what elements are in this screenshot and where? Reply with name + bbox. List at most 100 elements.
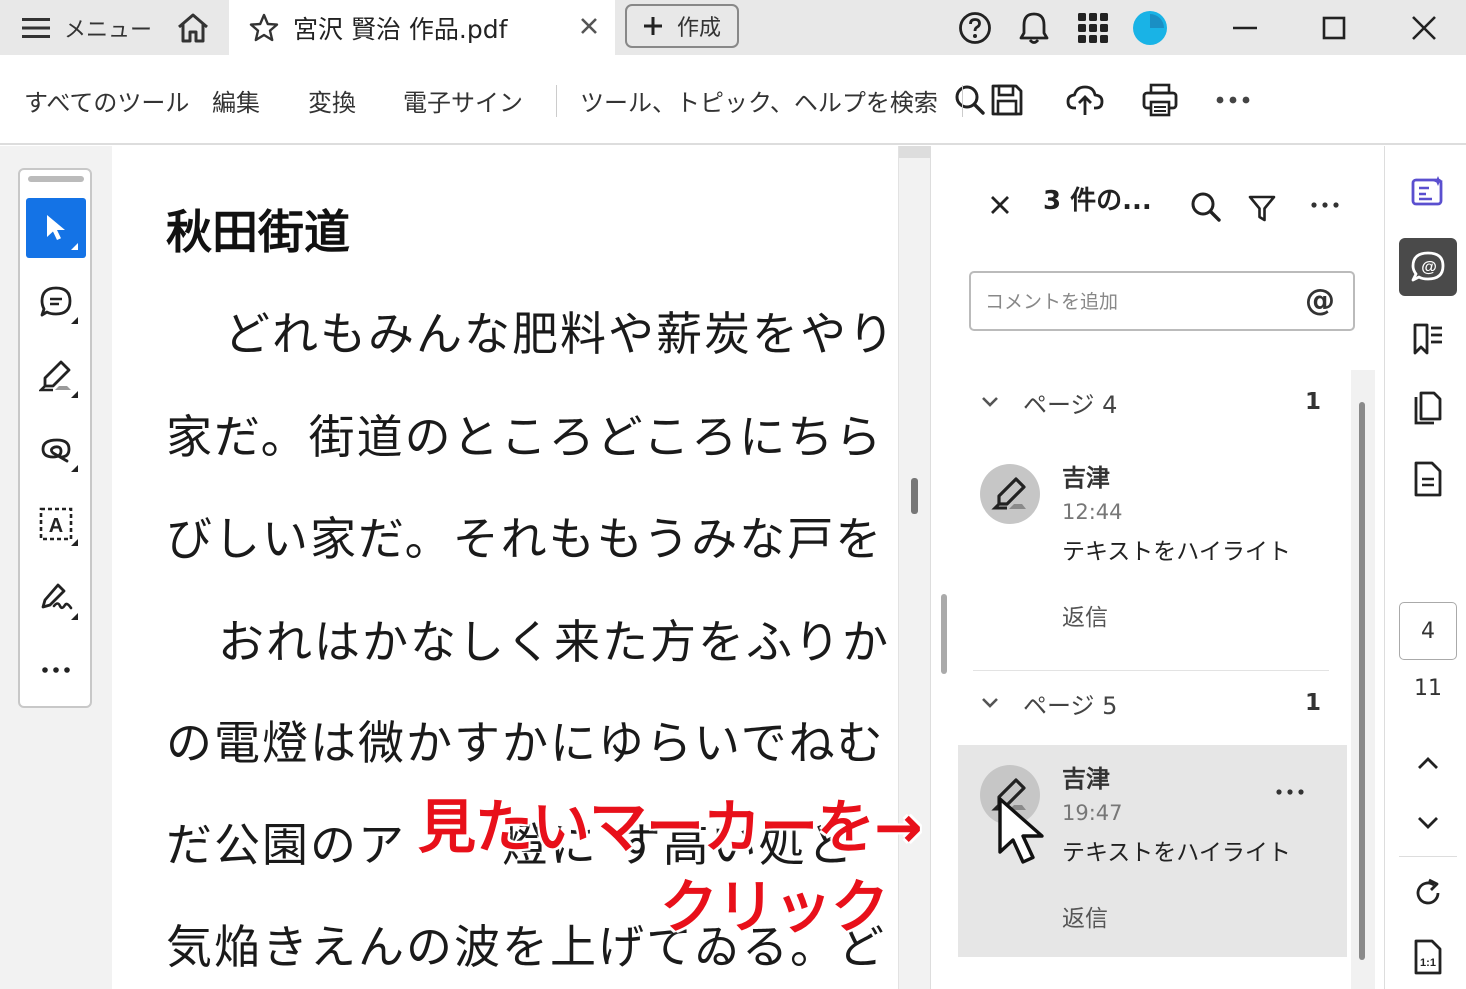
highlighter-icon xyxy=(990,474,1030,514)
search-tools-field[interactable]: ツール、トピック、ヘルプを検索 xyxy=(580,55,986,145)
close-panel-icon[interactable] xyxy=(989,194,1011,216)
comments-panel-icon[interactable]: @ xyxy=(1399,238,1457,296)
convert-button[interactable]: 変換 xyxy=(308,55,356,145)
close-tab-icon[interactable] xyxy=(577,14,601,38)
create-button[interactable]: 作成 xyxy=(625,4,739,48)
home-button[interactable] xyxy=(158,0,228,55)
more-tools-button[interactable] xyxy=(26,640,86,700)
annotation-click: クリック xyxy=(660,873,889,941)
plus-icon xyxy=(643,16,663,36)
main-toolbar: すべてのツール 編集 変換 電子サイン ツール、トピック、ヘルプを検索 xyxy=(0,55,1466,145)
document-line: 家だ。街道のところどころにちら xyxy=(166,410,884,464)
toolbar-divider xyxy=(556,85,557,117)
add-comment-input[interactable] xyxy=(985,287,1285,317)
page-thumbnails-icon[interactable] xyxy=(1399,380,1457,438)
rail-divider xyxy=(1399,856,1457,857)
comment-tool-button[interactable] xyxy=(26,272,86,332)
group-divider xyxy=(973,670,1329,671)
apps-grid-icon[interactable] xyxy=(1073,8,1113,48)
panel-more-icon[interactable] xyxy=(1311,202,1339,208)
select-tool-button[interactable] xyxy=(26,198,86,258)
search-icon[interactable] xyxy=(954,84,986,116)
comment-time: 19:47 xyxy=(1062,801,1123,825)
edit-button[interactable]: 編集 xyxy=(212,55,260,145)
page-group-label: ページ 4 xyxy=(1023,390,1118,419)
help-icon[interactable] xyxy=(955,8,995,48)
document-tab[interactable]: 宮沢 賢治 作品.pdf xyxy=(229,0,615,55)
right-rail: @ 4 11 1:1 xyxy=(1384,146,1466,989)
page-group-header[interactable]: ページ 4 1 xyxy=(981,382,1321,422)
actual-size-icon[interactable]: 1:1 xyxy=(1399,928,1457,986)
scrollbar-thumb[interactable] xyxy=(911,478,918,514)
expand-triangle xyxy=(71,391,78,398)
minimize-icon[interactable] xyxy=(1225,8,1265,48)
document-properties-icon[interactable] xyxy=(1399,450,1457,508)
menu-label: メニュー xyxy=(64,17,153,43)
mention-icon[interactable]: @ xyxy=(1305,283,1335,318)
search-comments-icon[interactable] xyxy=(1189,190,1223,224)
document-line: どれもみんな肥料や薪炭をやり xyxy=(224,307,896,361)
quick-tools-rail: A xyxy=(18,168,92,708)
chevron-down-icon xyxy=(981,697,999,709)
previous-page-icon[interactable] xyxy=(1399,734,1457,792)
svg-text:A: A xyxy=(49,515,63,537)
star-icon[interactable] xyxy=(249,13,279,43)
highlight-tool-button[interactable] xyxy=(26,346,86,406)
close-window-icon[interactable] xyxy=(1404,8,1444,48)
print-icon[interactable] xyxy=(1142,55,1178,145)
comment-more-icon[interactable] xyxy=(1276,789,1304,795)
highlighter-icon xyxy=(39,359,73,393)
next-page-icon[interactable] xyxy=(1399,794,1457,852)
document-line: びしい家だ。それももうみな戸を xyxy=(166,512,884,566)
ai-assistant-icon[interactable] xyxy=(1399,162,1457,220)
reply-button[interactable]: 返信 xyxy=(1062,899,1108,933)
maximize-icon[interactable] xyxy=(1314,8,1354,48)
filter-icon[interactable] xyxy=(1247,194,1277,224)
toolbar-divider xyxy=(962,85,963,117)
comment-action: テキストをハイライト xyxy=(1062,840,1291,866)
page-group-count: 1 xyxy=(1304,690,1321,716)
pen-signature-icon xyxy=(38,582,74,614)
add-comment-field[interactable]: @ xyxy=(969,271,1355,331)
current-page-field[interactable]: 4 xyxy=(1399,602,1457,660)
user-avatar-icon[interactable] xyxy=(1130,8,1170,48)
text-box-tool-button[interactable]: A xyxy=(26,494,86,554)
comment-author: 吉津 xyxy=(1062,765,1110,793)
mouse-cursor-icon xyxy=(996,796,1048,866)
page-group-count: 1 xyxy=(1304,389,1321,415)
comment-card[interactable]: 吉津 12:44 テキストをハイライト 返信 xyxy=(958,444,1347,656)
rotate-icon[interactable] xyxy=(1399,864,1457,922)
page-group-header[interactable]: ページ 5 1 xyxy=(981,683,1321,723)
expand-triangle xyxy=(71,465,78,472)
comments-scrollbar[interactable] xyxy=(1351,370,1375,989)
expand-triangle xyxy=(71,613,78,620)
menu-button[interactable]: メニュー xyxy=(0,0,158,55)
save-icon[interactable] xyxy=(990,55,1024,145)
comment-bubble-icon xyxy=(39,285,73,319)
document-line: の電燈は微かすかにゆらいでねむ xyxy=(166,716,885,770)
comment-action: テキストをハイライト xyxy=(1062,539,1291,565)
total-pages: 11 xyxy=(1414,676,1442,701)
reply-button[interactable]: 返信 xyxy=(1062,598,1108,632)
scrollbar-top-cap xyxy=(899,146,931,158)
tab-title: 宮沢 賢治 作品.pdf xyxy=(293,14,508,44)
rail-drag-handle[interactable] xyxy=(28,176,84,182)
scrollbar-thumb[interactable] xyxy=(1359,402,1365,960)
more-options-icon[interactable] xyxy=(1216,55,1250,145)
title-bar: メニュー 宮沢 賢治 作品.pdf 作成 xyxy=(0,0,1466,55)
cloud-upload-icon[interactable] xyxy=(1066,55,1104,145)
all-tools-button[interactable]: すべてのツール xyxy=(24,55,189,145)
comment-author: 吉津 xyxy=(1062,464,1110,492)
sign-tool-button[interactable] xyxy=(26,568,86,628)
expand-triangle xyxy=(71,317,78,324)
more-dots-icon xyxy=(42,667,70,673)
draw-tool-button[interactable] xyxy=(26,420,86,480)
bell-icon[interactable] xyxy=(1014,8,1054,48)
bookmarks-icon[interactable] xyxy=(1399,310,1457,368)
annotation-instruction: 見たいマーカーを→ xyxy=(418,793,923,861)
esign-button[interactable]: 電子サイン xyxy=(403,55,523,145)
expand-triangle xyxy=(71,243,78,250)
panel-resize-handle[interactable] xyxy=(941,594,947,674)
comment-time: 12:44 xyxy=(1062,500,1123,524)
page-group-label: ページ 5 xyxy=(1023,691,1118,720)
